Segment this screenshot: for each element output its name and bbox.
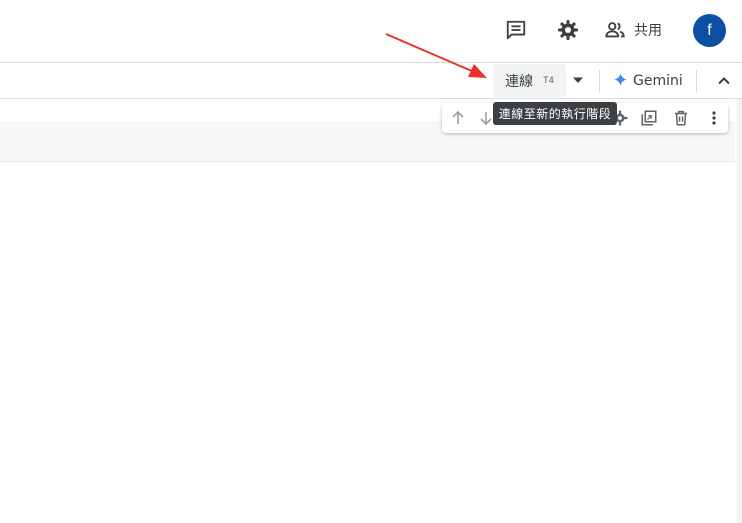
notebook-main-area: [0, 99, 737, 523]
settings-gear-icon[interactable]: [554, 16, 582, 44]
gemini-sparkle-icon: [614, 72, 627, 90]
connect-dropdown-icon[interactable]: [570, 72, 586, 88]
gemini-button[interactable]: Gemini: [614, 70, 683, 92]
toolbar-divider: [599, 70, 600, 92]
comments-icon[interactable]: [502, 16, 530, 44]
share-label: 共用: [634, 23, 662, 39]
toolbar-divider: [696, 70, 697, 92]
share-button[interactable]: 共用: [604, 15, 662, 45]
move-cell-up-icon[interactable]: [448, 108, 468, 128]
gemini-label: Gemini: [633, 73, 683, 89]
user-avatar[interactable]: f: [693, 14, 726, 47]
colab-page: 共用 f 連線 T4 Gemini 連線至新的執行階段: [0, 0, 742, 523]
top-header: 共用 f: [0, 0, 742, 63]
runtime-type-label: T4: [543, 75, 554, 86]
vertical-scrollbar[interactable]: [737, 99, 742, 523]
more-vert-icon[interactable]: [704, 108, 724, 128]
notebook-toolbar: 連線 T4 Gemini: [0, 63, 742, 99]
connect-label: 連線: [505, 73, 534, 90]
mirror-cell-icon[interactable]: [639, 108, 659, 128]
chevron-up-icon[interactable]: [715, 72, 733, 90]
people-icon: [604, 19, 626, 41]
delete-trash-icon[interactable]: [671, 108, 691, 128]
connect-button[interactable]: 連線 T4: [493, 64, 566, 97]
connect-tooltip: 連線至新的執行階段: [493, 102, 617, 125]
